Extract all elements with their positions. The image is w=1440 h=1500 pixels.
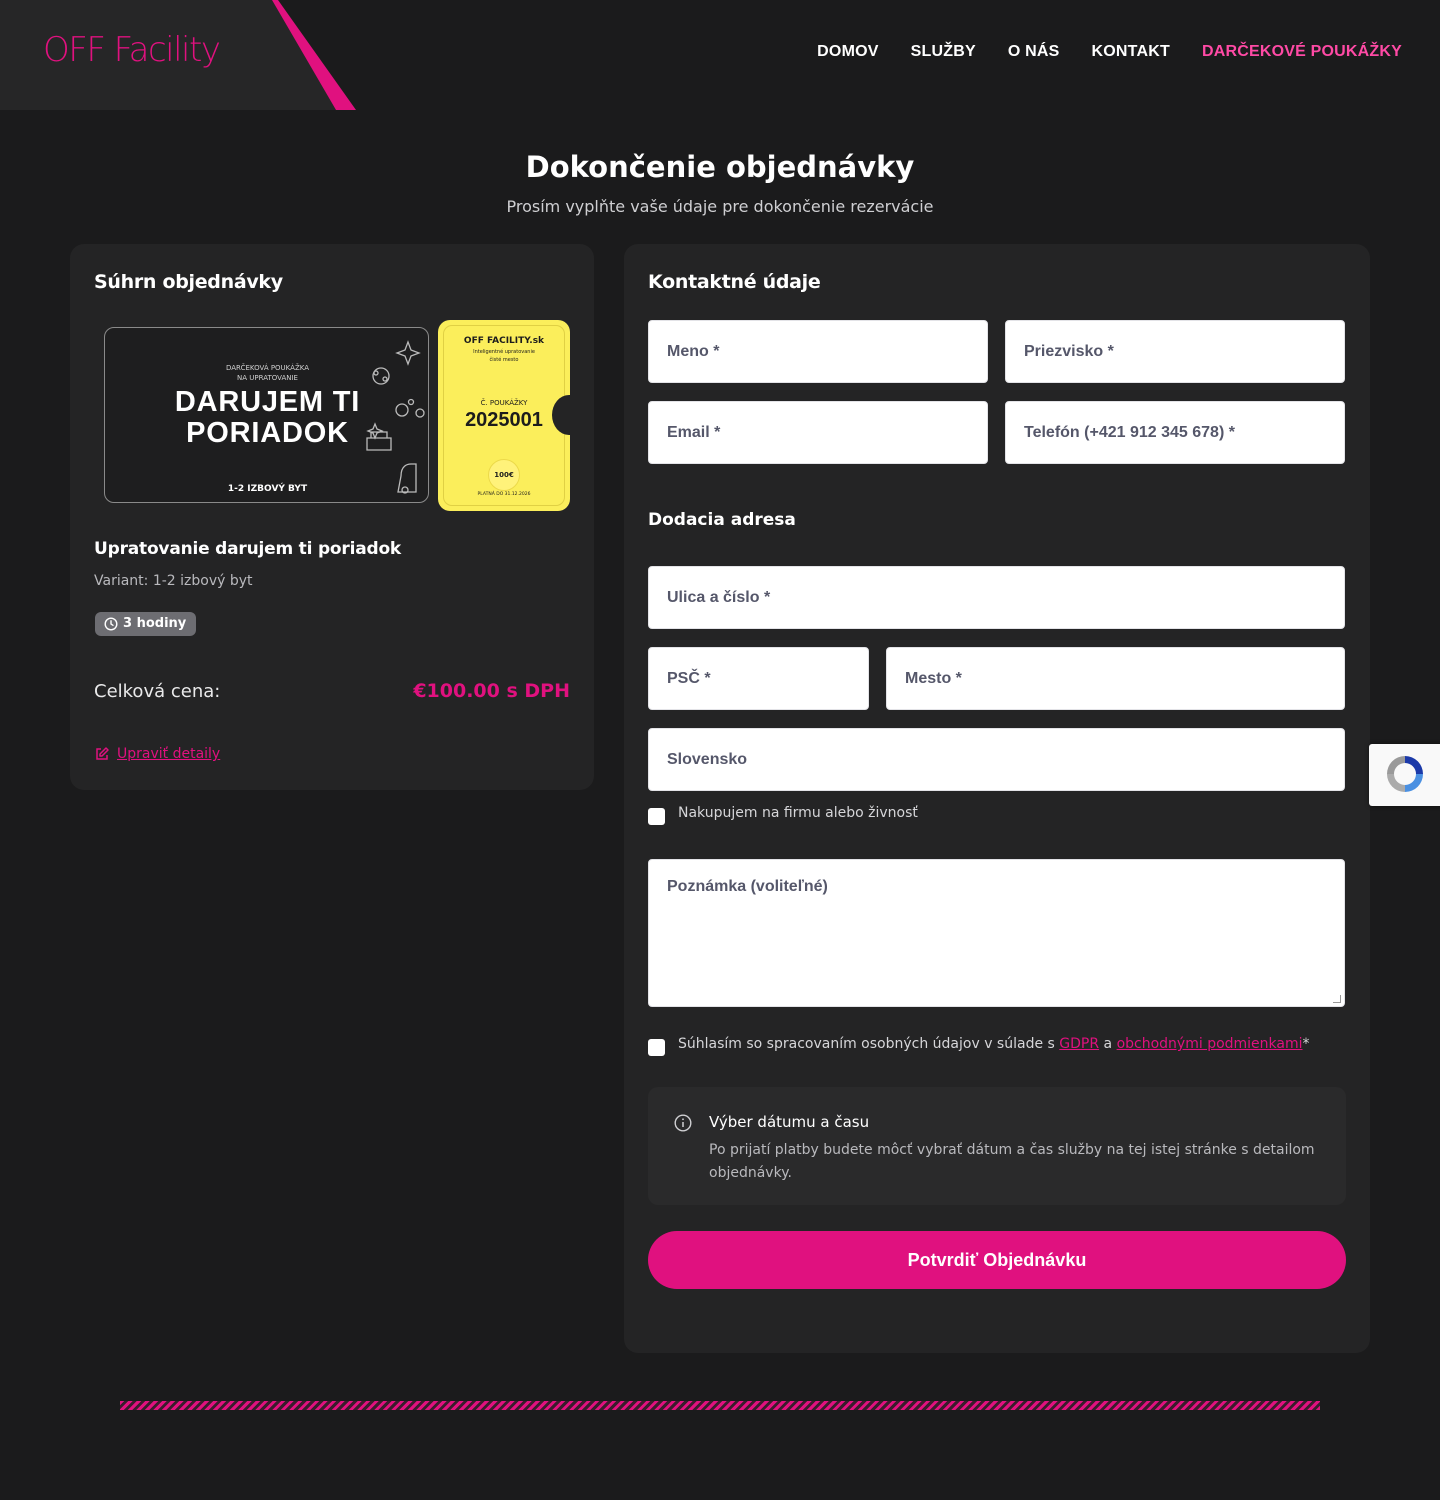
page-title: Dokončenie objednávky — [525, 150, 915, 184]
company-checkbox[interactable] — [648, 808, 665, 825]
clock-icon — [104, 617, 118, 631]
gdpr-link[interactable]: GDPR — [1059, 1036, 1099, 1052]
consent-prefix: Súhlasím so spracovaním osobných údajov … — [678, 1036, 1055, 1052]
voucher-tagline1: Inteligentné upratovanie — [473, 349, 535, 355]
info-title: Výber dátumu a času — [709, 1113, 870, 1131]
duration-badge: 3 hodiny — [95, 612, 197, 636]
datetime-info-box: Výber dátumu a času Po prijatí platby bu… — [648, 1087, 1346, 1205]
country-select[interactable]: Slovensko — [648, 728, 1345, 791]
cleaning-doodles-icon — [366, 340, 425, 494]
info-body: Po prijatí platby budete môcť vybrať dát… — [709, 1142, 1315, 1181]
confirm-order-button[interactable]: Potvrdiť Objednávku — [648, 1231, 1346, 1289]
phone-field[interactable]: Telefón (+421 912 345 678) * — [1005, 401, 1345, 464]
nav-about[interactable]: O NÁS — [1008, 43, 1060, 61]
duration-badge-label: 3 hodiny — [123, 616, 187, 631]
contact-heading: Kontaktné údaje — [648, 271, 821, 293]
consent-checkbox[interactable] — [648, 1039, 665, 1056]
recaptcha-icon — [1387, 756, 1423, 792]
voucher-image-back: OFF FACILITY.sk Inteligentné upratovanie… — [438, 320, 570, 511]
main-nav: DOMOV SLUŽBY O NÁS KONTAKT DARČEKOVÉ POU… — [817, 43, 1402, 61]
last-name-field[interactable]: Priezvisko * — [1005, 320, 1345, 383]
info-icon — [674, 1114, 692, 1132]
nav-contact[interactable]: KONTAKT — [1092, 43, 1170, 61]
page-subtitle: Prosím vyplňte vaše údaje pre dokončenie… — [506, 197, 934, 216]
company-checkbox-label[interactable]: Nakupujem na firmu alebo živnosť — [678, 805, 918, 821]
order-summary-card: Súhrn objednávky DARČEKOVÁ POUKÁŽKA NA U… — [70, 244, 594, 790]
nav-services[interactable]: SLUŽBY — [911, 43, 976, 61]
decorative-stripe — [120, 1401, 1320, 1410]
terms-link[interactable]: obchodnými podmienkami — [1117, 1036, 1303, 1052]
note-placeholder: Poznámka (voliteľné) — [667, 878, 828, 895]
resize-handle[interactable] — [1333, 995, 1341, 1003]
edit-details-label: Upraviť detaily — [117, 746, 221, 762]
first-name-field[interactable]: Meno * — [648, 320, 988, 383]
total-label: Celková cena: — [94, 681, 221, 702]
voucher-valid: PLATNÁ DO 31.12.2026 — [477, 492, 531, 497]
contact-form-card: Kontaktné údaje Meno * Priezvisko * Emai… — [624, 244, 1370, 1353]
edit-icon — [96, 747, 109, 760]
address-heading: Dodacia adresa — [648, 510, 796, 530]
street-field[interactable]: Ulica a číslo * — [648, 566, 1345, 629]
note-textarea[interactable]: Poznámka (voliteľné) — [648, 859, 1345, 1007]
voucher-tagline2: čisté mesto — [489, 357, 519, 363]
zip-field[interactable]: PSČ * — [648, 647, 869, 710]
voucher-image-front: DARČEKOVÁ POUKÁŽKA NA UPRATOVANIE DARUJE… — [104, 327, 429, 503]
email-field[interactable]: Email * — [648, 401, 988, 464]
edit-details-link[interactable]: Upraviť detaily — [94, 746, 220, 762]
total-price: €100.00 s DPH — [413, 680, 570, 702]
consent-required-mark: * — [1302, 1036, 1310, 1052]
voucher-value: 100€ — [488, 459, 520, 491]
product-name: Upratovanie darujem ti poriadok — [94, 539, 402, 559]
consent-label: Súhlasím so spracovaním osobných údajov … — [678, 1036, 1310, 1052]
consent-and: a — [1103, 1036, 1113, 1052]
voucher-number: 2025001 — [465, 409, 543, 431]
nav-home[interactable]: DOMOV — [817, 43, 878, 61]
nav-gift-vouchers[interactable]: DARČEKOVÉ POUKÁŽKY — [1202, 43, 1402, 61]
voucher-number-label: Č. POUKÁŽKY — [480, 399, 528, 407]
site-logo[interactable]: OFF Facility — [43, 30, 221, 70]
site-header: OFF Facility DOMOV SLUŽBY O NÁS KONTAKT … — [0, 0, 1440, 110]
recaptcha-badge[interactable] — [1369, 744, 1440, 806]
summary-heading: Súhrn objednávky — [94, 271, 283, 293]
logo-area[interactable]: OFF Facility — [0, 0, 356, 110]
voucher-brand: OFF FACILITY.sk — [463, 336, 545, 346]
city-field[interactable]: Mesto * — [886, 647, 1345, 710]
product-variant: Variant: 1-2 izbový byt — [94, 573, 253, 589]
